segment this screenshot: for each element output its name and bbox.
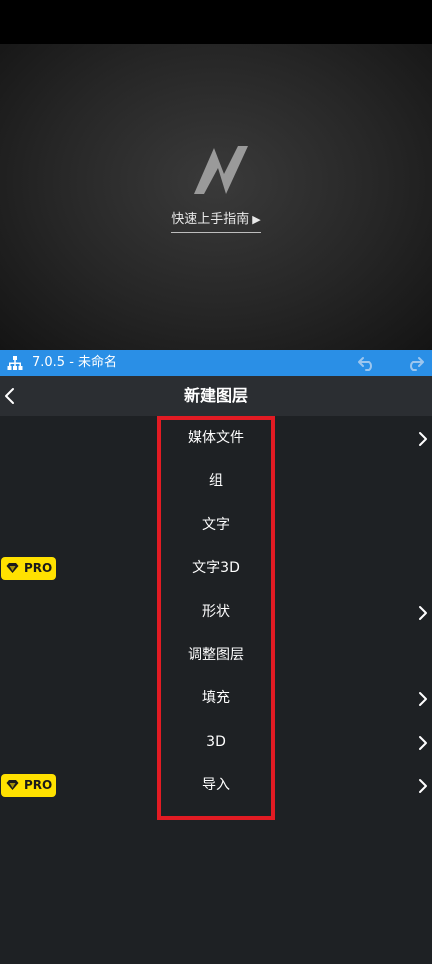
menu-item-label: 组 xyxy=(209,473,223,490)
layers-icon[interactable] xyxy=(7,355,23,371)
preview-canvas[interactable]: 快速上手指南 ▶ xyxy=(0,44,432,350)
menu-item-label: 填充 xyxy=(202,690,230,707)
menu-item-label: 导入 xyxy=(202,777,230,794)
menu-item-text[interactable]: 文字 xyxy=(0,504,432,547)
redo-icon[interactable] xyxy=(406,355,424,371)
menu-item-media-files[interactable]: 媒体文件 xyxy=(0,417,432,460)
play-icon: ▶ xyxy=(252,213,261,226)
project-title: 7.0.5 - 未命名 xyxy=(32,355,118,370)
menu-item-label: 形状 xyxy=(202,603,230,620)
menu-item-shape[interactable]: 形状 xyxy=(0,591,432,634)
undo-icon[interactable] xyxy=(358,355,376,371)
n-logo-icon xyxy=(194,146,248,194)
chevron-right-icon xyxy=(419,605,427,620)
chevron-right-icon xyxy=(419,432,427,446)
menu-item-label: 调整图层 xyxy=(188,646,244,663)
menu-item-adjustment-layer[interactable]: 调整图层 xyxy=(0,634,432,677)
project-bar: 7.0.5 - 未命名 xyxy=(0,350,432,376)
menu-item-label: 媒体文件 xyxy=(188,430,244,446)
screen: 快速上手指南 ▶ 7.0.5 - 未命名 新建图层 媒体文件 组 文字 PRO … xyxy=(0,0,432,964)
menu-item-text-3d[interactable]: PRO 文字3D xyxy=(0,547,432,590)
menu-item-label: 文字3D xyxy=(192,560,240,577)
status-bar xyxy=(0,0,432,44)
menu-item-fill[interactable]: 填充 xyxy=(0,677,432,720)
back-icon[interactable] xyxy=(2,386,18,406)
menu-item-3d[interactable]: 3D xyxy=(0,721,432,764)
menu-item-group[interactable]: 组 xyxy=(0,460,432,503)
chevron-right-icon xyxy=(419,735,427,750)
chevron-right-icon xyxy=(419,779,427,794)
panel-title: 新建图层 xyxy=(183,386,248,405)
panel-header: 新建图层 xyxy=(0,376,432,416)
new-layer-menu: 媒体文件 组 文字 PRO 文字3D 形状 调整图层 填充 3D PRO 导入 xyxy=(0,417,432,808)
menu-item-label: 3D xyxy=(206,733,226,750)
chevron-right-icon xyxy=(419,692,427,707)
menu-item-import[interactable]: PRO 导入 xyxy=(0,764,432,807)
quick-start-guide-link[interactable]: 快速上手指南 ▶ xyxy=(0,208,432,233)
guide-label: 快速上手指南 xyxy=(171,212,250,227)
menu-item-label: 文字 xyxy=(202,516,230,533)
